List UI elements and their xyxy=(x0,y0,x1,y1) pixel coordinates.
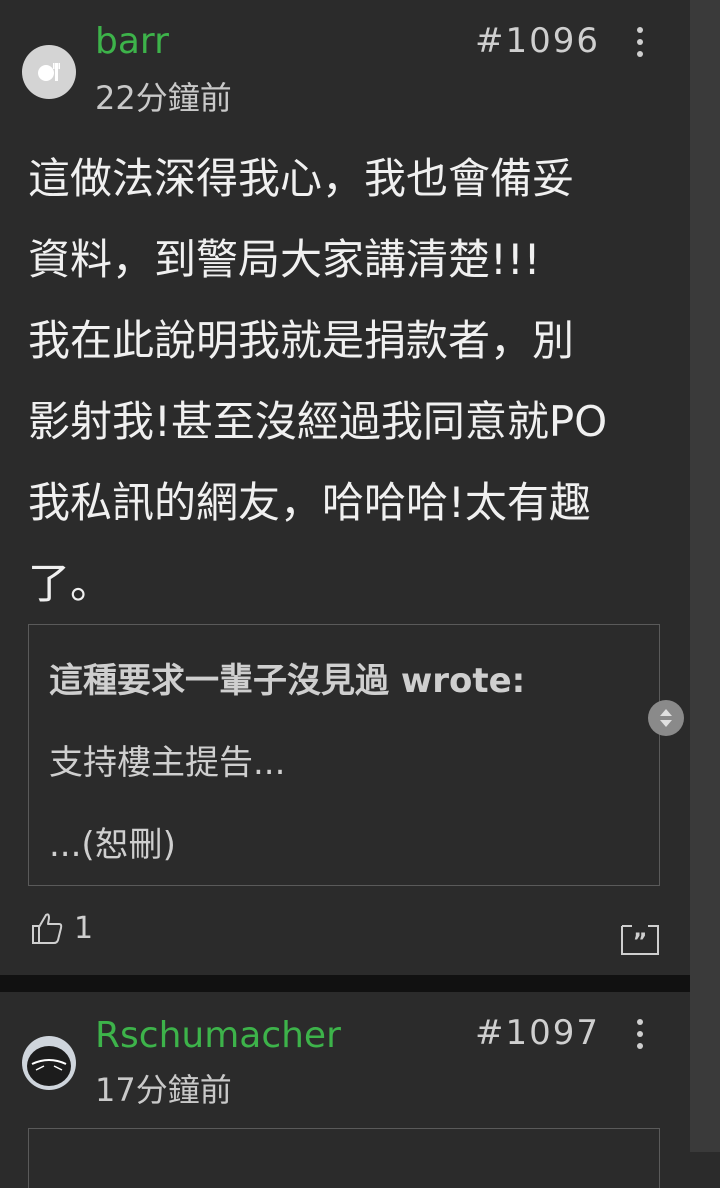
user-avatar[interactable] xyxy=(22,45,76,99)
fork-knife-avatar-icon xyxy=(38,63,60,81)
quote-text: ...(恕刪) xyxy=(49,825,176,865)
username[interactable]: barr xyxy=(95,24,169,60)
content-line: 我在此說明我就是捐款者，別 xyxy=(28,316,575,365)
content-line: 資料，到警局大家講清楚!!! xyxy=(28,235,541,284)
scrollbar-track[interactable] xyxy=(690,0,720,1152)
content-line: 了。 xyxy=(28,559,113,608)
thumbs-up-icon xyxy=(32,913,63,944)
quote-reply-button[interactable]: ” xyxy=(620,920,660,960)
post-separator xyxy=(0,975,690,992)
content-line: 影射我!甚至沒經過我同意就PO xyxy=(28,397,608,446)
scroll-handle-icon[interactable] xyxy=(648,700,684,736)
content-line: 這做法深得我心，我也會備妥 xyxy=(28,154,575,203)
post-content: 這做法深得我心，我也會備妥 資料，到警局大家講清楚!!! 我在此說明我就是捐款者… xyxy=(28,138,668,624)
quoted-post[interactable] xyxy=(28,1128,660,1188)
quoted-post[interactable]: 這種要求一輩子沒見過 wrote: 支持樓主提告... ...(恕刪) xyxy=(28,624,660,886)
floor-number: #1096 xyxy=(474,21,600,61)
timestamp: 17分鐘前 xyxy=(95,1071,232,1109)
post-1096: barr 22分鐘前 #1096 這做法深得我心，我也會備妥 資料，到警局大家講… xyxy=(0,0,690,975)
svg-text:”: ” xyxy=(633,930,647,955)
more-vertical-icon[interactable] xyxy=(632,24,648,60)
floor-number: #1097 xyxy=(474,1013,600,1053)
quote-text: 支持樓主提告... xyxy=(49,743,286,783)
quote-reply-icon: ” xyxy=(621,925,659,955)
user-avatar[interactable] xyxy=(22,1036,76,1090)
like-button[interactable]: 1 xyxy=(30,910,93,946)
more-vertical-icon[interactable] xyxy=(632,1016,648,1052)
like-count: 1 xyxy=(74,910,94,946)
helmet-avatar-icon xyxy=(22,1036,76,1090)
content-line: 我私訊的網友，哈哈哈!太有趣 xyxy=(28,478,591,527)
username[interactable]: Rschumacher xyxy=(95,1018,341,1054)
quote-author: 這種要求一輩子沒見過 wrote: xyxy=(49,661,526,701)
timestamp: 22分鐘前 xyxy=(95,79,232,117)
